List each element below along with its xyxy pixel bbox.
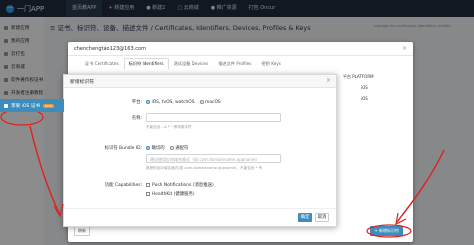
tab-devices[interactable]: 测试设备 Devices (169, 58, 214, 70)
sidebar-item-ios-cert[interactable]: 苹果 iOS 证书 beta (0, 99, 64, 112)
account-email: chenchengtao123@163.com (74, 45, 146, 52)
checkbox-icon (146, 192, 150, 196)
name-hint: 不能包含 - & * " 等特殊字符 (146, 125, 192, 129)
name-row: 名称: (64, 115, 146, 121)
checkbox-label: Push Notifications (消息推送) (152, 183, 214, 188)
close-icon[interactable]: × (326, 77, 331, 84)
beta-badge: beta (43, 103, 55, 108)
radio-selected-icon (146, 146, 150, 150)
push-notifications-checkbox[interactable]: Push Notifications (消息推送) (146, 182, 214, 188)
name-label: 名称: (131, 116, 142, 121)
platform-label: 平台: (131, 100, 142, 105)
radio-label: iOS, tvOS, watchOS (151, 99, 195, 105)
dialog-title: 新增标识符 (64, 75, 336, 88)
account-dialog-header: chenchengtao123@163.com (68, 42, 413, 56)
bundle-row: 标识符 Bundle ID: 确切的 通配符 (64, 145, 193, 151)
radio-icon (199, 100, 204, 104)
bundle-id-hint: 推荐的反向域名格式(如 com.domainname.appname)，不能包含… (146, 166, 263, 170)
tab-identifiers[interactable]: 标识符 Identifiers (123, 58, 169, 70)
resource-tabs: 证书 Certificates 标识符 Identifiers 测试设备 Dev… (80, 58, 286, 70)
tab-certificates[interactable]: 证书 Certificates (80, 58, 124, 70)
tab-keys[interactable]: 密钥 Keys (256, 58, 285, 70)
radio-icon (169, 146, 174, 150)
capabilities-label: 功能 Capabilities: (104, 183, 142, 188)
table-cell: iOS (361, 85, 368, 90)
new-identifier-dialog: 新增标识符 × 平台: iOS, tvOS, watchOS macOS 名称:… (63, 74, 337, 227)
identifier-table: 平台 PLATFORM iOS iOS (343, 72, 403, 104)
platform-row: 平台: iOS, tvOS, watchOS macOS (64, 99, 226, 106)
confirm-button[interactable]: 确定 (298, 213, 312, 222)
name-input[interactable] (146, 113, 281, 122)
capabilities-row: 功能 Capabilities: Push Notifications (消息推… (64, 182, 214, 188)
refresh-button[interactable]: 刷新 (74, 226, 90, 236)
platform-macos-radio[interactable]: macOS (199, 99, 221, 105)
tab-profiles[interactable]: 描述文件 Profiles (213, 58, 256, 70)
bundle-id-input[interactable]: 建议使用反向域名格式（如 com.domainname.appname） (146, 154, 281, 163)
radio-label: 通配符 (175, 146, 189, 151)
bundle-id-label: 标识符 Bundle ID: (104, 146, 142, 151)
close-icon[interactable]: × (402, 45, 407, 52)
radio-selected-icon (146, 100, 150, 104)
platform-column-header: 平台 PLATFORM (343, 74, 374, 79)
sidebar-item-label: 苹果 iOS 证书 (11, 103, 41, 109)
bundle-explicit-radio[interactable]: 确切的 (146, 145, 165, 151)
new-identifier-button[interactable]: + 新增标识符 (370, 226, 403, 236)
capabilities-row-2: HealthKit (健康服务) (146, 191, 195, 197)
radio-label: 确切的 (151, 146, 165, 151)
dialog-footer (64, 208, 336, 226)
healthkit-checkbox[interactable]: HealthKit (健康服务) (146, 191, 195, 197)
platform-ios-radio[interactable]: iOS, tvOS, watchOS (146, 100, 195, 105)
apple-icon (4, 103, 8, 108)
bundle-wildcard-radio[interactable]: 通配符 (169, 145, 189, 151)
table-cell: iOS (361, 96, 368, 101)
checkbox-icon (146, 183, 150, 187)
cancel-button[interactable]: 取消 (315, 213, 329, 222)
checkbox-label: HealthKit (健康服务) (152, 192, 195, 197)
radio-label: macOS (205, 99, 221, 105)
